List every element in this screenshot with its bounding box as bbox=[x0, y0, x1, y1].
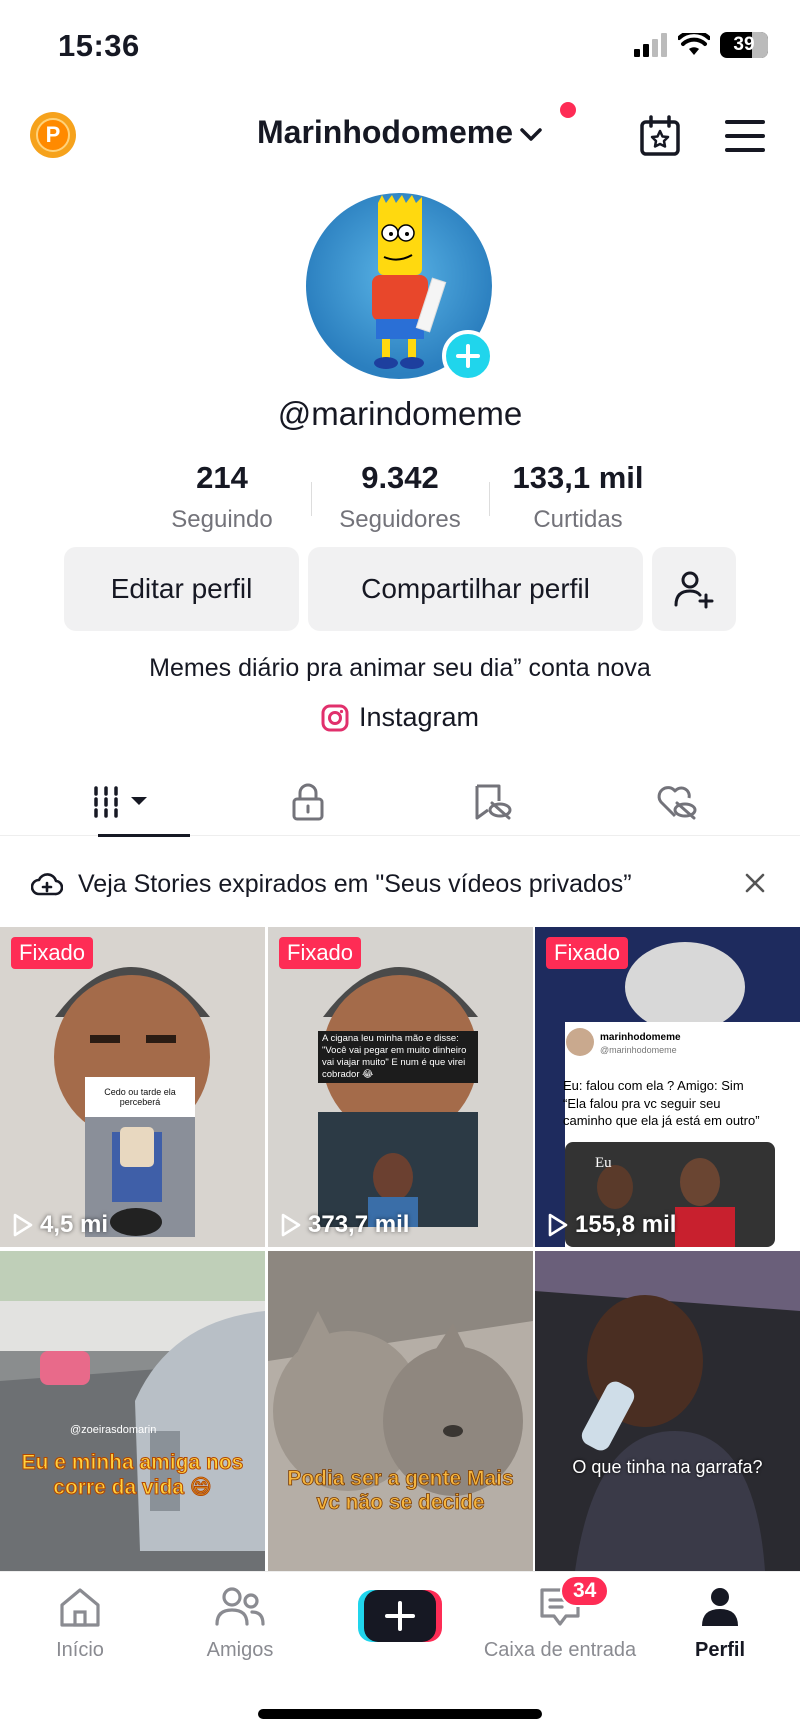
stat-followers[interactable]: 9.342 Seguidores bbox=[311, 460, 489, 534]
bookmark-hidden-icon bbox=[475, 784, 512, 820]
add-friends-button[interactable] bbox=[652, 547, 736, 631]
profile-bio: Memes diário pra animar seu dia” conta n… bbox=[149, 654, 651, 682]
view-count: 373,7 mil bbox=[280, 1211, 409, 1239]
inbox-badge: 34 bbox=[560, 1575, 610, 1607]
view-count-text: 373,7 mil bbox=[308, 1211, 410, 1238]
video-image bbox=[268, 927, 533, 1247]
heart-hidden-icon bbox=[657, 786, 697, 820]
play-icon bbox=[548, 1213, 568, 1237]
view-count-text: 4,5 mi bbox=[40, 1211, 109, 1238]
post-text: Eu: falou com ela ? Amigo: Sim “Ela falo… bbox=[563, 1078, 760, 1129]
stat-label: Seguidores bbox=[339, 506, 461, 533]
add-user-icon bbox=[674, 571, 714, 609]
status-icons: 39 bbox=[632, 32, 768, 58]
play-icon bbox=[281, 1213, 301, 1237]
share-profile-button[interactable]: Compartilhar perfil bbox=[308, 547, 643, 631]
stories-notice[interactable]: Veja Stories expirados em "Seus vídeos p… bbox=[0, 856, 800, 912]
stat-value: 9.342 bbox=[361, 460, 439, 495]
pinned-badge: Fixado bbox=[11, 937, 94, 969]
tab-liked[interactable] bbox=[576, 768, 776, 836]
friends-icon bbox=[215, 1587, 265, 1626]
video-caption: O que tinha na garrafa? bbox=[572, 1457, 763, 1477]
notification-dot bbox=[560, 102, 576, 118]
pinned-badge: Fixado bbox=[546, 937, 629, 969]
nav-friends[interactable]: Amigos bbox=[160, 1586, 320, 1662]
video-thumbnail[interactable]: Fixado Cedo ou tarde ela perceberá 4,5 m… bbox=[0, 927, 265, 1247]
create-button[interactable] bbox=[358, 1588, 442, 1644]
video-grid: Fixado Cedo ou tarde ela perceberá 4,5 m… bbox=[0, 927, 800, 1571]
view-count: 155,8 mil bbox=[547, 1211, 676, 1239]
notice-text: Veja Stories expirados em "Seus vídeos p… bbox=[78, 869, 632, 898]
close-icon[interactable] bbox=[740, 868, 770, 898]
add-story-button[interactable] bbox=[442, 330, 494, 382]
video-image bbox=[0, 1251, 265, 1571]
nav-label: Início bbox=[56, 1639, 104, 1661]
stat-label: Seguindo bbox=[171, 506, 273, 533]
profile-header: P Marinhodomeme bbox=[0, 100, 800, 170]
video-tag: @zoeirasdomarin bbox=[70, 1424, 157, 1436]
video-image bbox=[535, 1251, 800, 1571]
status-bar: 15:36 39 bbox=[0, 0, 800, 96]
calendar-icon[interactable] bbox=[638, 114, 682, 158]
battery-icon: 39 bbox=[720, 32, 768, 58]
lock-icon bbox=[292, 783, 324, 821]
photo-label: Eu bbox=[595, 1155, 612, 1171]
nav-label: Perfil bbox=[694, 1639, 746, 1661]
post-author: marinhodomeme bbox=[600, 1032, 681, 1043]
instagram-icon bbox=[321, 704, 349, 731]
bottom-nav: Início Amigos Caixa de entrada 34 Perfil bbox=[0, 1571, 800, 1731]
profile-stats: 214 Seguindo 9.342 Seguidores 133,1 mil … bbox=[0, 460, 800, 534]
signal-icon bbox=[634, 33, 667, 57]
nav-label: Amigos bbox=[206, 1639, 274, 1661]
stat-value: 133,1 mil bbox=[512, 460, 644, 495]
menu-icon[interactable] bbox=[724, 118, 766, 154]
play-icon bbox=[13, 1213, 33, 1237]
stat-label: Curtidas bbox=[533, 506, 623, 533]
video-caption: Cedo ou tarde ela perceberá bbox=[104, 1087, 176, 1107]
video-thumbnail[interactable]: Fixado A cigana leu minha mão e disse: "… bbox=[268, 927, 533, 1247]
stat-following[interactable]: 214 Seguindo bbox=[133, 460, 311, 534]
video-caption: Podia ser a gente Mais vc não se decide bbox=[287, 1467, 514, 1515]
account-username: Marinhodomeme bbox=[256, 114, 514, 150]
stat-value: 214 bbox=[196, 460, 248, 495]
home-icon bbox=[60, 1588, 100, 1627]
post-handle: @marinhodomeme bbox=[600, 1045, 677, 1055]
video-caption: Eu e minha amiga nos corre da vida 😄 bbox=[21, 1451, 244, 1500]
view-count-text: 155,8 mil bbox=[575, 1211, 677, 1238]
wifi-icon bbox=[678, 33, 710, 55]
pinned-badge: Fixado bbox=[279, 937, 362, 969]
cloud-upload-icon bbox=[31, 873, 63, 896]
status-time: 15:36 bbox=[58, 28, 140, 63]
video-thumbnail[interactable]: O que tinha na garrafa? bbox=[535, 1251, 800, 1571]
content-tabs bbox=[0, 768, 800, 837]
profile-handle: @marindomeme bbox=[277, 395, 523, 432]
video-image bbox=[268, 1251, 533, 1571]
edit-profile-button[interactable]: Editar perfil bbox=[64, 547, 299, 631]
video-thumbnail[interactable]: Podia ser a gente Mais vc não se decide bbox=[268, 1251, 533, 1571]
tab-private[interactable] bbox=[208, 768, 408, 836]
home-indicator[interactable] bbox=[258, 1709, 542, 1719]
battery-level: 39 bbox=[733, 34, 755, 55]
nav-label: Caixa de entrada bbox=[483, 1639, 637, 1661]
instagram-link[interactable]: Instagram bbox=[0, 702, 800, 733]
nav-home[interactable]: Início bbox=[0, 1586, 160, 1662]
video-caption: A cigana leu minha mão e disse: "Você va… bbox=[318, 1031, 478, 1083]
instagram-label: Instagram bbox=[358, 702, 480, 732]
nav-profile[interactable]: Perfil bbox=[640, 1586, 800, 1662]
video-thumbnail[interactable]: Fixado marinhodomeme @marinhodomeme Eu: … bbox=[535, 927, 800, 1247]
plus-icon bbox=[456, 344, 480, 368]
tab-reposts[interactable] bbox=[392, 768, 592, 836]
video-thumbnail[interactable]: @zoeirasdomarin Eu e minha amiga nos cor… bbox=[0, 1251, 265, 1571]
tab-videos[interactable] bbox=[22, 768, 222, 837]
profile-icon bbox=[702, 1588, 738, 1626]
stat-likes[interactable]: 133,1 mil Curtidas bbox=[489, 460, 667, 534]
nav-inbox[interactable]: Caixa de entrada bbox=[480, 1586, 640, 1662]
grid-icon bbox=[94, 786, 147, 818]
view-count: 4,5 mi bbox=[12, 1211, 108, 1239]
chevron-down-icon bbox=[520, 127, 542, 141]
